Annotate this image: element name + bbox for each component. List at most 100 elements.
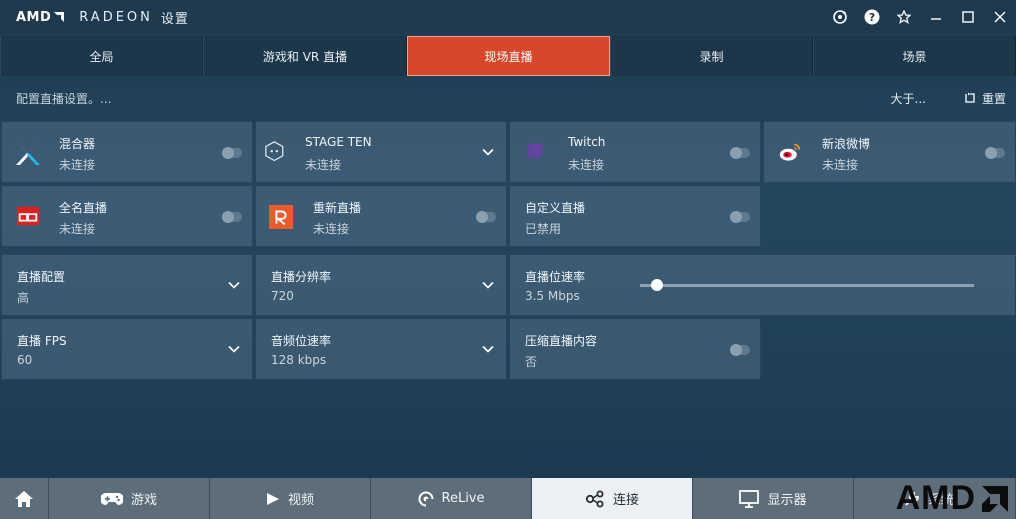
title-bar: AMD RADEON 设置 ? bbox=[0, 0, 1016, 34]
service-toggle[interactable] bbox=[222, 147, 242, 159]
stage-ten-icon bbox=[265, 141, 284, 162]
service-name: 全名直播 bbox=[59, 201, 108, 215]
quanmin-icon bbox=[16, 206, 40, 226]
mixer-icon bbox=[16, 141, 40, 165]
brand: AMD RADEON 设置 bbox=[16, 8, 189, 27]
service-name: Twitch bbox=[568, 135, 606, 149]
nav-label: 显示器 bbox=[767, 493, 807, 508]
restream-icon bbox=[269, 205, 293, 229]
service-status: 未连接 bbox=[59, 222, 96, 236]
nav-label: ReLive bbox=[441, 491, 485, 506]
chevron-down-icon[interactable] bbox=[482, 343, 494, 355]
service-toggle[interactable] bbox=[222, 211, 242, 223]
service-status: 未连接 bbox=[568, 158, 605, 172]
service-tile-mixer[interactable]: 混合器 未连接 bbox=[1, 121, 253, 183]
nav-label: 视频 bbox=[287, 493, 314, 508]
reset-icon bbox=[965, 92, 975, 103]
product-name: RADEON bbox=[79, 9, 153, 25]
service-name: 新浪微博 bbox=[822, 137, 871, 151]
setting-value: 720 bbox=[271, 289, 294, 303]
relive-icon bbox=[418, 491, 434, 507]
bitrate-slider-handle[interactable] bbox=[650, 279, 663, 291]
service-tile-custom[interactable]: 自定义直播 已禁用 bbox=[509, 185, 761, 247]
service-status: 未连接 bbox=[305, 158, 342, 172]
service-tile-restream[interactable]: 重新直播 未连接 bbox=[255, 185, 507, 247]
maximize-icon[interactable] bbox=[952, 0, 984, 34]
connect-icon bbox=[585, 490, 604, 507]
setting-label: 直播 FPS bbox=[17, 334, 67, 348]
service-toggle[interactable] bbox=[730, 147, 750, 159]
compress-toggle[interactable] bbox=[730, 344, 750, 356]
compress-stream-setting[interactable]: 压缩直播内容 否 bbox=[509, 318, 761, 380]
chevron-down-icon[interactable] bbox=[482, 279, 494, 291]
service-tile-stage-ten[interactable]: STAGE TEN 未连接 bbox=[255, 121, 507, 183]
service-status: 已禁用 bbox=[525, 222, 562, 236]
help-icon[interactable]: ? bbox=[856, 0, 888, 34]
chevron-down-icon[interactable] bbox=[482, 146, 494, 158]
nav-video[interactable]: 视频 bbox=[210, 478, 371, 519]
nav-gaming[interactable]: 游戏 bbox=[49, 478, 210, 519]
nav-relive[interactable]: ReLive bbox=[371, 478, 532, 519]
setting-value: 高 bbox=[17, 291, 30, 305]
gamepad-icon bbox=[100, 492, 123, 505]
setting-label: 音频位速率 bbox=[271, 334, 332, 348]
tab-gaming-vr[interactable]: 游戏和 VR 直播 bbox=[203, 36, 407, 76]
tab-global[interactable]: 全局 bbox=[0, 36, 203, 76]
setting-value: 128 kbps bbox=[271, 353, 327, 367]
close-icon[interactable] bbox=[984, 0, 1016, 34]
monitor-icon bbox=[739, 489, 760, 508]
setting-value: 60 bbox=[17, 353, 33, 367]
star-icon[interactable] bbox=[888, 0, 920, 34]
svg-text:?: ? bbox=[869, 11, 875, 24]
service-name: 自定义直播 bbox=[525, 201, 586, 215]
setting-value: 3.5 Mbps bbox=[525, 289, 580, 303]
setting-value: 否 bbox=[525, 355, 538, 369]
tab-recording[interactable]: 录制 bbox=[610, 36, 813, 76]
service-status: 未连接 bbox=[59, 158, 96, 172]
service-toggle[interactable] bbox=[476, 211, 496, 223]
stream-fps-setting[interactable]: 直播 FPS 60 bbox=[1, 318, 253, 380]
tab-live-streaming[interactable]: 现场直播 bbox=[407, 36, 610, 76]
service-toggle[interactable] bbox=[985, 147, 1005, 159]
service-status: 未连接 bbox=[822, 158, 859, 172]
bitrate-slider-track[interactable] bbox=[640, 284, 974, 287]
audio-bitrate-setting[interactable]: 音频位速率 128 kbps bbox=[255, 318, 507, 380]
amd-watermark-logo: AMD bbox=[896, 478, 1010, 519]
amd-arrow-icon bbox=[54, 12, 65, 22]
amd-arrow-icon bbox=[982, 485, 1008, 512]
service-tile-twitch[interactable]: Twitch 未连接 bbox=[509, 121, 761, 183]
service-toggle[interactable] bbox=[730, 211, 750, 223]
tab-bar: 全局 游戏和 VR 直播 现场直播 录制 场景 bbox=[0, 36, 1016, 76]
page-hint: 配置直播设置。... bbox=[16, 91, 112, 106]
chevron-down-icon[interactable] bbox=[228, 279, 240, 291]
setting-label: 直播位速率 bbox=[525, 270, 586, 284]
settings-title: 设置 bbox=[160, 11, 189, 27]
play-icon bbox=[266, 492, 279, 505]
bottom-nav: 游戏 视频 ReLive 连接 显示器 系统 bbox=[0, 478, 1016, 519]
amd-logo: AMD bbox=[16, 9, 52, 25]
service-tile-quanmin[interactable]: 全名直播 未连接 bbox=[1, 185, 253, 247]
nav-label: 连接 bbox=[612, 493, 639, 508]
service-name: STAGE TEN bbox=[305, 135, 372, 149]
service-status: 未连接 bbox=[313, 222, 350, 236]
about-link[interactable]: 大于... bbox=[891, 90, 926, 107]
stream-profile-setting[interactable]: 直播配置 高 bbox=[1, 254, 253, 316]
nav-display[interactable]: 显示器 bbox=[693, 478, 854, 519]
twitch-icon bbox=[528, 143, 543, 161]
tab-scenes[interactable]: 场景 bbox=[813, 36, 1016, 76]
nav-label: 游戏 bbox=[130, 493, 157, 508]
service-name: 重新直播 bbox=[313, 201, 362, 215]
service-name: 混合器 bbox=[59, 137, 96, 151]
service-tile-weibo[interactable]: 新浪微博 未连接 bbox=[763, 121, 1016, 183]
stream-resolution-setting[interactable]: 直播分辨率 720 bbox=[255, 254, 507, 316]
home-icon bbox=[15, 490, 33, 507]
refresh-icon[interactable] bbox=[824, 0, 856, 34]
reset-button[interactable]: 重置 bbox=[964, 90, 1006, 107]
reset-label: 重置 bbox=[981, 91, 1006, 106]
nav-connect[interactable]: 连接 bbox=[532, 478, 693, 519]
sub-bar: 配置直播设置。... 大于... 重置 bbox=[16, 88, 1006, 108]
chevron-down-icon[interactable] bbox=[228, 343, 240, 355]
minimize-icon[interactable] bbox=[920, 0, 952, 34]
weibo-icon bbox=[779, 143, 801, 161]
nav-home[interactable] bbox=[0, 478, 49, 519]
